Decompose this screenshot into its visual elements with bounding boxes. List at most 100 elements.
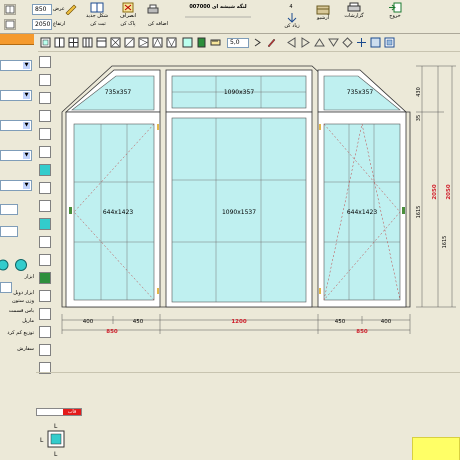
- profile-select[interactable]: ▼: [0, 60, 32, 71]
- green-panel-icon[interactable]: [39, 272, 51, 284]
- tilt-window-icon[interactable]: [39, 128, 51, 140]
- arrow-down-icon[interactable]: [328, 37, 339, 48]
- arrow-right-icon[interactable]: [300, 37, 311, 48]
- exit-label: خروج: [389, 13, 401, 19]
- reports-button[interactable]: گزارشات: [340, 2, 368, 20]
- frame-tool-icon[interactable]: [40, 37, 51, 48]
- select-grid-icon[interactable]: [370, 37, 381, 48]
- section-tab[interactable]: [0, 34, 34, 45]
- cross-tool-icon[interactable]: [110, 37, 121, 48]
- option-select-2[interactable]: ▼: [0, 180, 32, 191]
- arrow-up-icon[interactable]: [314, 37, 325, 48]
- small-field-2[interactable]: [0, 226, 18, 237]
- mullion-icon[interactable]: [39, 200, 51, 212]
- separator-icon: [185, 16, 251, 18]
- diamond-tool-icon[interactable]: [342, 37, 353, 48]
- sash-tool-icon[interactable]: [54, 37, 65, 48]
- option-select-1[interactable]: ▼: [0, 150, 32, 161]
- color-tool-icon[interactable]: [196, 37, 207, 48]
- frame-icon: [5, 20, 15, 29]
- zoom-arrow-icon[interactable]: [252, 37, 263, 48]
- dim-bottom-1: 400: [83, 319, 94, 325]
- small-field-1[interactable]: [0, 204, 18, 215]
- grid-tool-icon[interactable]: [68, 37, 79, 48]
- add-button[interactable]: اضافه كن: [146, 21, 170, 28]
- bottom-panel: قاب L L L: [36, 372, 460, 460]
- sash-right-icon[interactable]: [39, 92, 51, 104]
- double-sash-icon[interactable]: [39, 110, 51, 122]
- chevron-down-icon: ▼: [23, 182, 30, 189]
- diagonal-tool-icon[interactable]: [124, 37, 135, 48]
- dim-total-center: 1200: [231, 319, 246, 325]
- main-toolbar: 850 عرض 2050 ارتفاع شكل جديد انصراف ثبت …: [0, 0, 460, 34]
- width-input[interactable]: 850: [32, 4, 52, 15]
- enlarge-button[interactable]: زیاد کن: [282, 12, 302, 30]
- glass-panel-icon[interactable]: [39, 164, 51, 176]
- zoom-grid-icon[interactable]: [384, 37, 395, 48]
- profile-preview[interactable]: L L L: [36, 423, 76, 460]
- bars-tool-icon[interactable]: [82, 37, 93, 48]
- corner-icon[interactable]: [39, 308, 51, 320]
- cancel-button[interactable]: [60, 4, 82, 15]
- mode-button-2[interactable]: [4, 19, 16, 30]
- archive-icon: [316, 5, 330, 15]
- tool-label: ابزار: [24, 274, 34, 280]
- circle-icon-right[interactable]: [14, 258, 28, 272]
- sash-left-icon[interactable]: [39, 74, 51, 86]
- cap-icon[interactable]: [39, 326, 51, 338]
- small-field-3[interactable]: [0, 282, 12, 293]
- dim-right-2: 35: [416, 115, 422, 121]
- drawing-canvas[interactable]: 735x357 1090x357 735x357 644x1423 1090x1…: [54, 52, 460, 407]
- arrow-left-icon[interactable]: [286, 37, 297, 48]
- ruler-tool-icon[interactable]: [210, 37, 221, 48]
- transom-icon[interactable]: [39, 182, 51, 194]
- save-button[interactable]: ثبت کن: [86, 21, 110, 28]
- arch-icon[interactable]: [39, 290, 51, 302]
- pane-top-center-label: 1090x357: [224, 89, 254, 96]
- dim-bottom-3: 450: [335, 319, 346, 325]
- height-input[interactable]: 2050: [32, 19, 52, 30]
- printer-icon: [147, 4, 159, 14]
- sill-icon[interactable]: [39, 344, 51, 356]
- printer-reports-icon: [347, 2, 361, 12]
- chevron-down-icon: ▼: [23, 92, 30, 99]
- archive-button[interactable]: آرشیو: [312, 4, 334, 22]
- status-bar: قاب: [36, 408, 82, 416]
- archive-label: آرشیو: [316, 15, 330, 21]
- circle-icon-left[interactable]: [0, 258, 10, 272]
- double-tool-label: ابزار دوبل: [13, 290, 34, 296]
- exit-button[interactable]: خروج: [384, 2, 406, 20]
- delete-button[interactable]: پاک کن: [116, 21, 140, 28]
- grid-panel-icon[interactable]: [39, 254, 51, 266]
- glass-select[interactable]: ▼: [0, 120, 32, 131]
- add-label: اضافه كن: [147, 21, 168, 27]
- tilt-tool-icon[interactable]: [166, 37, 177, 48]
- hinge-tool-icon[interactable]: [138, 37, 149, 48]
- cancel-button-2[interactable]: انصراف: [116, 2, 140, 20]
- shutter-icon[interactable]: [39, 236, 51, 248]
- top-hung-tool-icon[interactable]: [152, 37, 163, 48]
- new-shape-button[interactable]: شكل جديد: [84, 2, 110, 20]
- fill-tool-icon[interactable]: [182, 37, 193, 48]
- window-title: 007000 لنگه شیشه ای: [183, 4, 253, 11]
- left-hinge-top-icon: [157, 124, 159, 130]
- print-button[interactable]: [146, 4, 160, 15]
- mode-button-1[interactable]: [4, 4, 16, 15]
- chevron-down-icon: ▼: [23, 122, 30, 129]
- pen-tool-icon[interactable]: [266, 37, 277, 48]
- mullion-tool-icon[interactable]: [96, 37, 107, 48]
- pane-top-left-label: 735x357: [105, 89, 132, 96]
- delete-label: پاک کن: [120, 21, 136, 27]
- fixed-window-icon[interactable]: [39, 56, 51, 68]
- expand-icon: [287, 13, 297, 23]
- column-weight-label: وزن ستون: [11, 298, 34, 304]
- note-box[interactable]: [412, 437, 460, 460]
- move-tool-icon[interactable]: [356, 37, 367, 48]
- color-select[interactable]: ▼: [0, 90, 32, 101]
- zoom-input[interactable]: 5,0: [227, 38, 249, 48]
- panel-icon[interactable]: [39, 218, 51, 230]
- dim-right-6: 1615: [442, 236, 448, 249]
- preview-label-left: L: [40, 437, 44, 444]
- left-panel: ▼ ▼ ▼ ▼ ▼ ابزار ابزار دوبل وزن ستون باس …: [0, 34, 36, 460]
- door-icon[interactable]: [39, 146, 51, 158]
